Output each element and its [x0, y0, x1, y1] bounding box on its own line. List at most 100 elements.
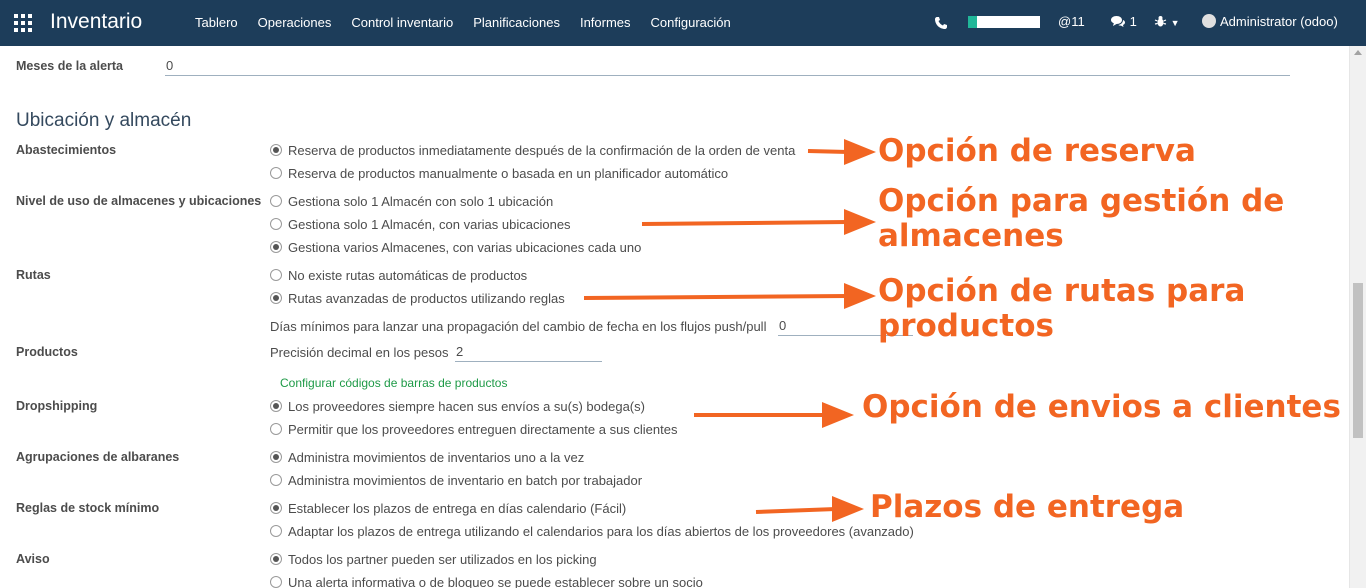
- scroll-thumb[interactable]: [1353, 283, 1363, 438]
- radio-calendario-proveedores[interactable]: Adaptar los plazos de entrega utilizando…: [270, 522, 914, 540]
- radio-label: Rutas avanzadas de productos utilizando …: [288, 290, 565, 306]
- annotation-gestion-line2: almacenes: [878, 218, 1064, 254]
- radio-un-almacen-varias-ubicaciones[interactable]: Gestiona solo 1 Almacén, con varias ubic…: [270, 215, 571, 233]
- barcode-config-link[interactable]: Configurar códigos de barras de producto…: [280, 376, 507, 390]
- debug-menu[interactable]: ▼: [1154, 14, 1180, 29]
- radio-button[interactable]: [270, 502, 282, 514]
- radio-uno-a-la-vez[interactable]: Administra movimientos de inventarios un…: [270, 448, 584, 466]
- radio-label: Los proveedores siempre hacen sus envíos…: [288, 398, 645, 414]
- annotation-rutas-line1: Opción de rutas para: [878, 273, 1246, 309]
- scroll-up-arrow[interactable]: [1354, 50, 1362, 55]
- phone-icon[interactable]: [934, 16, 948, 30]
- abastecimientos-label: Abastecimientos: [16, 143, 117, 157]
- radio-envios-bodega[interactable]: Los proveedores siempre hacen sus envíos…: [270, 397, 645, 415]
- radio-button[interactable]: [270, 269, 282, 281]
- radio-button[interactable]: [270, 144, 282, 156]
- messages-counter[interactable]: 1: [1110, 14, 1137, 29]
- mentions-counter[interactable]: @11: [1058, 14, 1085, 29]
- arrow-gestion: [641, 220, 849, 226]
- radio-label: Todos los partner pueden ser utilizados …: [288, 551, 597, 567]
- productos-label: Productos: [16, 345, 78, 359]
- menu-operaciones[interactable]: Operaciones: [248, 0, 342, 46]
- radio-dias-calendario[interactable]: Establecer los plazos de entrega en días…: [270, 499, 626, 517]
- main-menu: Tablero Operaciones Control inventario P…: [185, 0, 741, 46]
- arrow-head-gestion: [844, 209, 876, 235]
- radio-label: Reserva de productos manualmente o basad…: [288, 165, 729, 181]
- meses-alerta-input[interactable]: 0: [165, 58, 1290, 76]
- radio-button[interactable]: [270, 400, 282, 412]
- avatar: [1202, 14, 1216, 28]
- radio-button[interactable]: [270, 195, 282, 207]
- messages-count: 1: [1129, 14, 1137, 29]
- radio-alerta-socio[interactable]: Una alerta informativa o de bloqueo se p…: [270, 573, 703, 588]
- radio-no-rutas[interactable]: No existe rutas automáticas de productos: [270, 266, 527, 284]
- progress-bar[interactable]: [968, 16, 1040, 28]
- radio-label: Gestiona varios Almacenes, con varias ub…: [288, 239, 642, 255]
- arrow-plazos: [755, 507, 837, 514]
- apps-icon[interactable]: [14, 14, 32, 32]
- chat-icon: [1111, 16, 1125, 27]
- radio-button[interactable]: [270, 451, 282, 463]
- arrow-head-plazos: [832, 496, 864, 522]
- user-menu[interactable]: Administrator (odoo): [1202, 14, 1338, 29]
- dropshipping-label: Dropshipping: [16, 399, 98, 413]
- menu-configuracion[interactable]: Configuración: [641, 0, 741, 46]
- chevron-down-icon: ▼: [1170, 18, 1180, 28]
- radio-button[interactable]: [270, 423, 282, 435]
- radio-label: Gestiona solo 1 Almacén con solo 1 ubica…: [288, 193, 554, 209]
- radio-batch[interactable]: Administra movimientos de inventario en …: [270, 471, 642, 489]
- top-navbar: Inventario Tablero Operaciones Control i…: [0, 0, 1366, 46]
- arrow-reserva: [807, 149, 849, 154]
- precision-input[interactable]: 2: [455, 344, 602, 362]
- vertical-scrollbar[interactable]: [1349, 46, 1366, 588]
- radio-label: Adaptar los plazos de entrega utilizando…: [288, 523, 914, 539]
- radio-label: Permitir que los proveedores entreguen d…: [288, 421, 678, 437]
- radio-varios-almacenes[interactable]: Gestiona varios Almacenes, con varias ub…: [270, 238, 641, 256]
- annotation-gestion-line1: Opción para gestión de: [878, 183, 1285, 219]
- radio-rutas-avanzadas[interactable]: Rutas avanzadas de productos utilizando …: [270, 289, 565, 307]
- rutas-label: Rutas: [16, 268, 51, 282]
- radio-button[interactable]: [270, 576, 282, 588]
- radio-button[interactable]: [270, 525, 282, 537]
- arrow-head-envios: [822, 402, 854, 428]
- menu-control-inventario[interactable]: Control inventario: [341, 0, 463, 46]
- menu-planificaciones[interactable]: Planificaciones: [463, 0, 570, 46]
- radio-reserva-inmediata[interactable]: Reserva de productos inmediatamente desp…: [270, 141, 795, 159]
- settings-form: Meses de la alerta 0 Ubicación y almacén…: [0, 46, 1349, 588]
- annotation-reserva: Opción de reserva: [878, 133, 1196, 169]
- arrow-head-reserva: [844, 139, 876, 165]
- radio-todos-partner[interactable]: Todos los partner pueden ser utilizados …: [270, 550, 597, 568]
- annotation-envios: Opción de envios a clientes: [862, 389, 1341, 425]
- precision-label: Precisión decimal en los pesos: [270, 345, 449, 360]
- arrow-rutas: [583, 294, 849, 300]
- progress-fill: [968, 16, 977, 28]
- user-name: Administrator (odoo): [1220, 14, 1338, 29]
- radio-label: Establecer los plazos de entrega en días…: [288, 500, 627, 516]
- aviso-label: Aviso: [16, 552, 50, 566]
- app-brand[interactable]: Inventario: [50, 10, 142, 34]
- menu-informes[interactable]: Informes: [570, 0, 641, 46]
- reglas-stock-label: Reglas de stock mínimo: [16, 501, 160, 515]
- radio-label: Administra movimientos de inventarios un…: [288, 449, 585, 465]
- radio-button[interactable]: [270, 218, 282, 230]
- radio-un-almacen-una-ubicacion[interactable]: Gestiona solo 1 Almacén con solo 1 ubica…: [270, 192, 553, 210]
- section-title: Ubicación y almacén: [16, 110, 192, 131]
- radio-label: No existe rutas automáticas de productos: [288, 267, 528, 283]
- radio-button[interactable]: [270, 241, 282, 253]
- annotation-plazos: Plazos de entrega: [870, 489, 1185, 525]
- radio-reserva-manual[interactable]: Reserva de productos manualmente o basad…: [270, 164, 728, 182]
- annotation-rutas-line2: productos: [878, 308, 1054, 344]
- radio-envio-directo[interactable]: Permitir que los proveedores entreguen d…: [270, 420, 678, 438]
- radio-label: Gestiona solo 1 Almacén, con varias ubic…: [288, 216, 571, 232]
- radio-label: Administra movimientos de inventario en …: [288, 472, 643, 488]
- radio-button[interactable]: [270, 553, 282, 565]
- radio-button[interactable]: [270, 292, 282, 304]
- radio-button[interactable]: [270, 474, 282, 486]
- arrow-head-rutas: [844, 283, 876, 309]
- agrupaciones-label: Agrupaciones de albaranes: [16, 450, 180, 464]
- meses-alerta-label: Meses de la alerta: [16, 59, 124, 73]
- radio-button[interactable]: [270, 167, 282, 179]
- menu-tablero[interactable]: Tablero: [185, 0, 248, 46]
- bug-icon: [1154, 16, 1167, 27]
- radio-label: Una alerta informativa o de bloqueo se p…: [288, 574, 703, 588]
